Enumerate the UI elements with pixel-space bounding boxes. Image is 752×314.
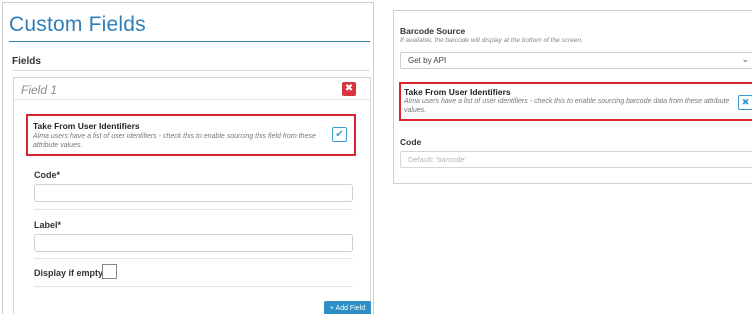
close-icon: ✖ [344,83,354,94]
fields-heading: Fields [12,56,41,67]
page-title: Custom Fields [9,13,146,36]
custom-fields-panel: Custom Fields Fields Field 1 ✖ Take From… [2,2,374,314]
barcode-source-value: Get by API [408,56,447,65]
barcode-code-label: Code [400,137,422,147]
title-divider [9,41,370,42]
barcode-source-hint: If available, the barcode will display a… [400,37,583,44]
barcode-source-select[interactable]: Get by API ⌄ [400,52,752,69]
label-input[interactable] [34,234,353,252]
x-mark-icon: ✖ [741,97,750,107]
code-input[interactable] [34,184,353,202]
label-divider [34,258,353,259]
add-field-button[interactable]: + Add Field [324,301,371,314]
barcode-settings-panel: Barcode Source If available, the barcode… [393,10,752,184]
display-if-empty-label: Display if empty [34,268,104,278]
code-label: Code* [34,170,61,180]
label-label: Label* [34,220,62,230]
user-identifiers-checkbox[interactable]: ✔ [332,127,347,142]
display-divider [34,286,353,287]
field-card: Field 1 ✖ Take From User Identifiers Alm… [13,77,371,314]
barcode-user-identifiers-title: Take From User Identifiers [404,87,511,97]
delete-field-button[interactable]: ✖ [342,82,356,96]
field-title: Field 1 [21,83,58,97]
barcode-code-placeholder: Default: 'barcode' [408,155,466,164]
barcode-user-identifiers-description: Alma users have a list of user identifie… [404,98,730,114]
user-identifiers-option: Take From User Identifiers Alma users ha… [26,114,356,156]
chevron-down-icon: ⌄ [741,54,749,64]
checkmark-icon: ✔ [335,129,344,140]
field-card-header: Field 1 ✖ [14,78,370,100]
barcode-user-identifiers-checkbox[interactable]: ✖ [738,95,752,110]
fields-divider [12,70,370,71]
barcode-code-input[interactable]: Default: 'barcode' [400,151,752,168]
user-identifiers-description: Alma users have a list of user identifie… [33,133,316,149]
display-if-empty-checkbox[interactable] [102,264,117,279]
barcode-source-label: Barcode Source [400,26,466,36]
barcode-user-identifiers-option: Take From User Identifiers Alma users ha… [399,82,752,121]
user-identifiers-title: Take From User Identifiers [33,121,140,131]
code-divider [34,209,353,210]
